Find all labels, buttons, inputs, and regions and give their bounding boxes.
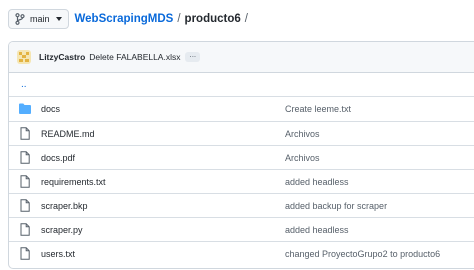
commit-author-link[interactable]: LitzyCastro: [39, 52, 85, 62]
file-row[interactable]: docs.pdf Archivos: [9, 145, 474, 169]
breadcrumb: WebScrapingMDS / producto6 /: [75, 13, 252, 25]
file-row[interactable]: README.md Archivos: [9, 121, 474, 145]
file-list: docs Create leeme.txt README.md Archivos…: [9, 97, 474, 265]
breadcrumb-trailing-separator: /: [244, 13, 248, 25]
file-icon: [19, 151, 31, 164]
file-icon: [19, 223, 31, 236]
file-name-link[interactable]: README.md: [41, 129, 95, 139]
commit-expand-button[interactable]: ...: [185, 51, 201, 62]
commit-message-link[interactable]: Delete FALABELLA.xlsx: [89, 52, 180, 62]
file-name-link[interactable]: requirements.txt: [41, 177, 106, 187]
caret-down-icon: [55, 17, 62, 21]
file-commit-link[interactable]: added headless: [285, 225, 349, 235]
file-name-link[interactable]: docs.pdf: [41, 153, 75, 163]
file-icon: [19, 199, 31, 212]
parent-directory-link[interactable]: ..: [9, 73, 474, 97]
file-row[interactable]: scraper.bkp added backup for scraper: [9, 193, 474, 217]
file-icon: [19, 175, 31, 188]
file-icon: [19, 127, 31, 140]
branch-selector-button[interactable]: main: [8, 9, 69, 29]
file-commit-link[interactable]: Archivos: [285, 153, 320, 163]
breadcrumb-repo-link[interactable]: WebScrapingMDS: [75, 13, 174, 25]
file-name-link[interactable]: docs: [41, 104, 60, 114]
branch-label: main: [30, 14, 50, 24]
file-name-link[interactable]: users.txt: [41, 249, 75, 259]
breadcrumb-current-directory: producto6: [184, 13, 241, 25]
avatar[interactable]: [17, 50, 31, 64]
topbar: main WebScrapingMDS / producto6 /: [8, 9, 252, 29]
file-row[interactable]: users.txt changed ProyectoGrupo2 to prod…: [9, 241, 474, 265]
file-commit-link[interactable]: added headless: [285, 177, 349, 187]
file-commit-link[interactable]: changed ProyectoGrupo2 to producto6: [285, 249, 440, 259]
file-row[interactable]: scraper.py added headless: [9, 217, 474, 241]
file-commit-link[interactable]: Archivos: [285, 129, 320, 139]
git-branch-icon: [15, 13, 25, 25]
latest-commit-bar: LitzyCastro Delete FALABELLA.xlsx ...: [9, 42, 474, 73]
folder-icon: [19, 102, 31, 115]
file-name-link[interactable]: scraper.py: [41, 225, 83, 235]
file-row[interactable]: docs Create leeme.txt: [9, 97, 474, 121]
file-browser: LitzyCastro Delete FALABELLA.xlsx ... ..…: [8, 41, 474, 269]
breadcrumb-separator: /: [177, 13, 181, 25]
file-commit-link[interactable]: added backup for scraper: [285, 201, 387, 211]
file-commit-link[interactable]: Create leeme.txt: [285, 104, 351, 114]
file-name-link[interactable]: scraper.bkp: [41, 201, 88, 211]
file-row[interactable]: requirements.txt added headless: [9, 169, 474, 193]
file-icon: [19, 247, 31, 260]
